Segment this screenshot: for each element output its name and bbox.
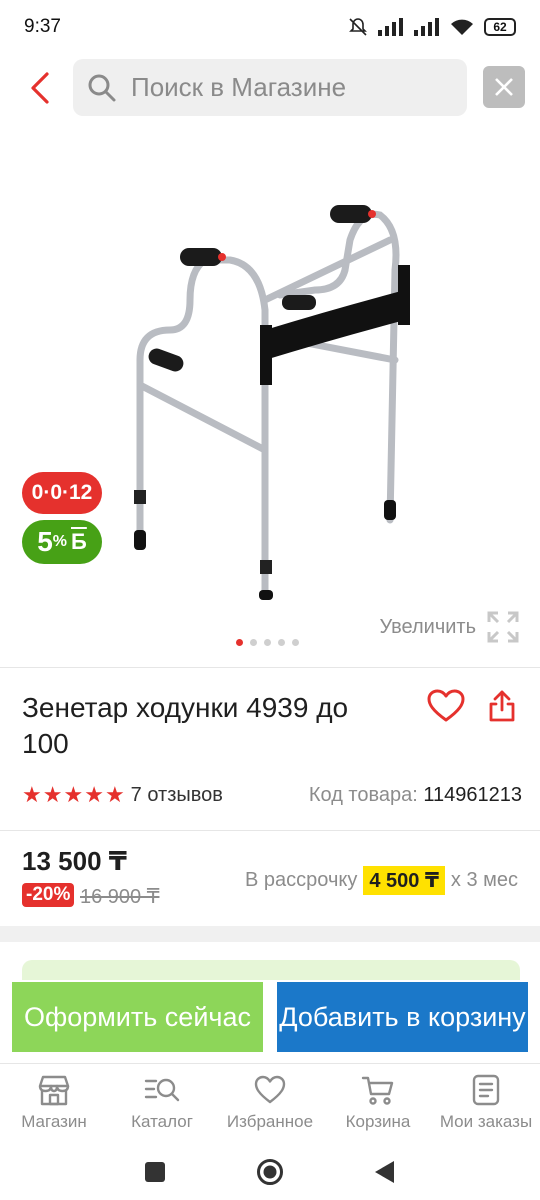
search-header [0,58,540,118]
tab-label: Мои заказы [439,1112,533,1131]
share-button[interactable] [480,686,524,726]
reviews-link[interactable]: 7 отзывов [131,784,223,807]
installment-amount: 4 500 ₸ [363,866,445,895]
close-button[interactable] [483,66,525,108]
battery-indicator: 62 [484,18,516,36]
divider [0,830,540,831]
home-icon[interactable] [256,1158,284,1186]
tab-orders[interactable]: Мои заказы [432,1064,540,1143]
sku: Код товара: 114961213 [309,784,522,807]
old-price: 16 900 ₸ [80,886,160,908]
bonus-value: 5 [37,526,53,557]
orders-icon [472,1074,500,1106]
sku-label: Код товара: [308,783,418,806]
tab-label: Каталог [131,1112,193,1131]
pagination-dot[interactable] [236,639,243,646]
zoom-button[interactable]: Увеличить [380,610,520,644]
wifi-icon [451,19,473,35]
star-half-icon: ★ [104,782,125,807]
bonus-letter: Б [71,529,87,554]
pagination-dot[interactable] [250,639,257,646]
divider [0,667,540,668]
close-icon [495,78,513,96]
discount-badge: -20% [22,883,75,907]
tab-store[interactable]: Магазин [0,1064,108,1143]
walker-product-image[interactable] [100,160,440,600]
promo-banner[interactable] [22,960,520,980]
recents-icon[interactable] [144,1161,166,1183]
product-gallery[interactable]: 0·0·12 5% Б Увеличить [0,120,540,665]
star-icon: ★ [42,782,63,807]
share-icon [489,690,515,722]
back-button[interactable] [20,66,60,110]
buy-now-button[interactable]: Оформить сейчас [12,982,263,1052]
bonus-badge: 5% Б [22,520,102,564]
pagination-dot[interactable] [278,639,285,646]
heart-icon [427,689,465,722]
zoom-label: Увеличить [379,615,476,638]
sku-value: 114961213 [423,783,522,806]
gallery-pagination [236,639,299,646]
status-icons: 62 [348,17,516,37]
installment-badge: 0·0·12 [22,472,102,514]
search-input[interactable] [131,72,451,103]
tab-label: Магазин [21,1112,87,1131]
product-title: Зенетар ходунки 4939 до 100 [22,692,349,759]
cart-icon [361,1076,394,1105]
tab-cart[interactable]: Корзина [324,1064,432,1143]
catalog-icon [144,1078,180,1102]
installment-term: x 3 мес [450,869,518,891]
signal-icon-2 [414,18,439,36]
signal-icon [378,18,403,36]
search-bar[interactable] [73,59,467,116]
action-bar: Оформить сейчас Добавить в корзину [0,980,540,1060]
chevron-left-icon [31,72,49,104]
pagination-dot[interactable] [264,639,271,646]
status-bar: 9:37 62 [0,0,540,54]
tab-label: Корзина [345,1112,411,1131]
section-separator [0,926,540,942]
add-to-cart-button[interactable]: Добавить в корзину [277,982,528,1052]
star-icon: ★ [22,782,42,807]
rating-row: ★ ★ ★ ★ ★ 7 отзывов Код товара: 114961213 [22,780,522,810]
heart-icon [254,1075,286,1104]
mute-icon [349,18,367,36]
installment-label: В рассрочку [245,869,358,891]
rating-stars[interactable]: ★ ★ ★ ★ ★ [22,784,125,806]
pagination-dot[interactable] [292,639,299,646]
star-icon: ★ [84,782,104,807]
store-icon [38,1075,70,1106]
current-price: 13 500 ₸ [22,846,127,876]
system-navigation [0,1143,540,1200]
expand-icon [487,611,519,643]
favorite-button[interactable] [424,686,468,726]
bottom-tab-bar: Магазин Каталог Избранное Корзина Мои за… [0,1063,540,1143]
installment-info[interactable]: В рассрочку 4 500 ₸ x 3 мес [245,866,518,895]
tab-catalog[interactable]: Каталог [108,1064,216,1143]
bonus-percent: % [52,533,67,550]
search-icon [88,74,116,101]
tab-label: Избранное [226,1112,314,1131]
tab-favorites[interactable]: Избранное [216,1064,324,1143]
status-time: 9:37 [24,16,61,37]
back-nav-icon[interactable] [374,1160,396,1184]
star-icon: ★ [63,782,84,807]
